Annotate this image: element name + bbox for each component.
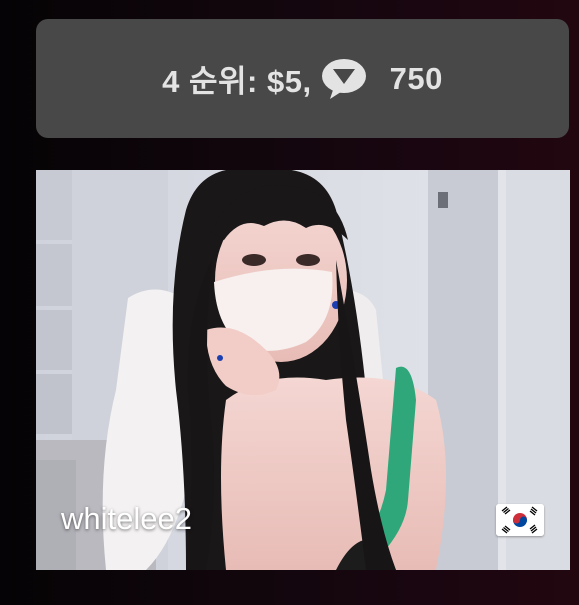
streamer-username[interactable]: whitelee2 xyxy=(61,501,192,537)
tip-count: 750 xyxy=(389,60,443,96)
chat-bubble-icon xyxy=(321,58,366,99)
south-korea-flag-icon xyxy=(496,504,544,536)
rank-label: 4 순위: $5, xyxy=(162,64,312,99)
stream-thumbnail[interactable]: whitelee2 xyxy=(36,170,570,570)
rank-card: 4 순위: $5, 750 xyxy=(36,19,569,138)
